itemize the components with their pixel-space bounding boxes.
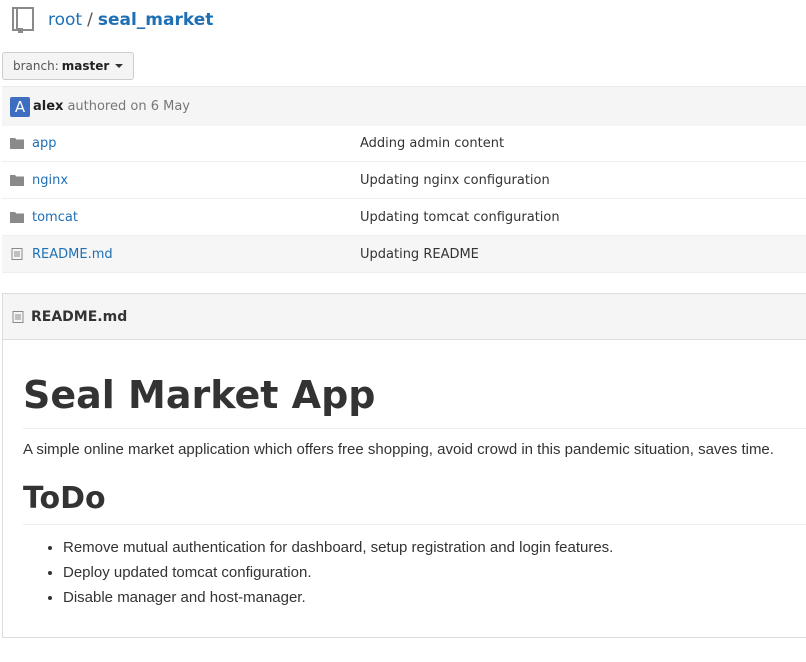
- folder-icon: [10, 175, 24, 186]
- repository-icon: [12, 7, 34, 33]
- branch-selector-button[interactable]: branch: master: [2, 52, 135, 80]
- file-row-nginx[interactable]: nginx Updating nginx configuration: [2, 162, 806, 199]
- todo-list: Remove mutual authentication for dashboa…: [23, 535, 806, 610]
- breadcrumb-root-link[interactable]: root: [48, 10, 82, 30]
- file-list: app Adding admin content nginx Updating …: [2, 125, 806, 273]
- repo-header: root / seal_market: [10, 0, 790, 40]
- readme-filename: README.md: [31, 308, 128, 325]
- breadcrumb: root / seal_market: [48, 10, 213, 30]
- file-text-icon: [11, 248, 23, 260]
- avatar[interactable]: A: [10, 96, 30, 117]
- file-row-tomcat[interactable]: tomcat Updating tomcat configuration: [2, 199, 806, 236]
- readme-title: Seal Market App: [23, 372, 806, 429]
- readme-content: Seal Market App A simple online market a…: [3, 372, 806, 610]
- file-row-app[interactable]: app Adding admin content: [2, 125, 806, 162]
- folder-icon: [10, 212, 24, 223]
- file-row-readme[interactable]: README.md Updating README: [2, 236, 806, 273]
- readme-panel: README.md Seal Market App A simple onlin…: [2, 293, 806, 638]
- breadcrumb-repo-link[interactable]: seal_market: [98, 10, 214, 30]
- commit-message[interactable]: Updating nginx configuration: [360, 173, 550, 188]
- commit-message[interactable]: Updating tomcat configuration: [360, 210, 560, 225]
- file-text-icon: [12, 310, 24, 323]
- commit-message[interactable]: Updating README: [360, 247, 479, 262]
- file-name[interactable]: README.md: [32, 247, 360, 262]
- commit-meta: authored on 6 May: [67, 99, 190, 114]
- todo-item: Deploy updated tomcat configuration.: [63, 560, 806, 585]
- todo-item: Remove mutual authentication for dashboa…: [63, 535, 806, 560]
- latest-commit-bar: A alex authored on 6 May: [2, 86, 806, 126]
- caret-down-icon: [115, 64, 124, 68]
- commit-author[interactable]: alex: [33, 99, 63, 114]
- file-name[interactable]: app: [32, 136, 360, 151]
- branch-value: master: [61, 59, 110, 73]
- readme-description: A simple online market application which…: [23, 441, 774, 458]
- file-name[interactable]: tomcat: [32, 210, 360, 225]
- branch-label: branch:: [13, 59, 59, 73]
- readme-header: README.md: [3, 294, 806, 340]
- todo-item: Disable manager and host-manager.: [63, 585, 806, 610]
- folder-icon: [10, 138, 24, 149]
- breadcrumb-separator: /: [87, 10, 93, 30]
- file-name[interactable]: nginx: [32, 173, 360, 188]
- todo-heading: ToDo: [23, 480, 806, 525]
- commit-message[interactable]: Adding admin content: [360, 136, 504, 151]
